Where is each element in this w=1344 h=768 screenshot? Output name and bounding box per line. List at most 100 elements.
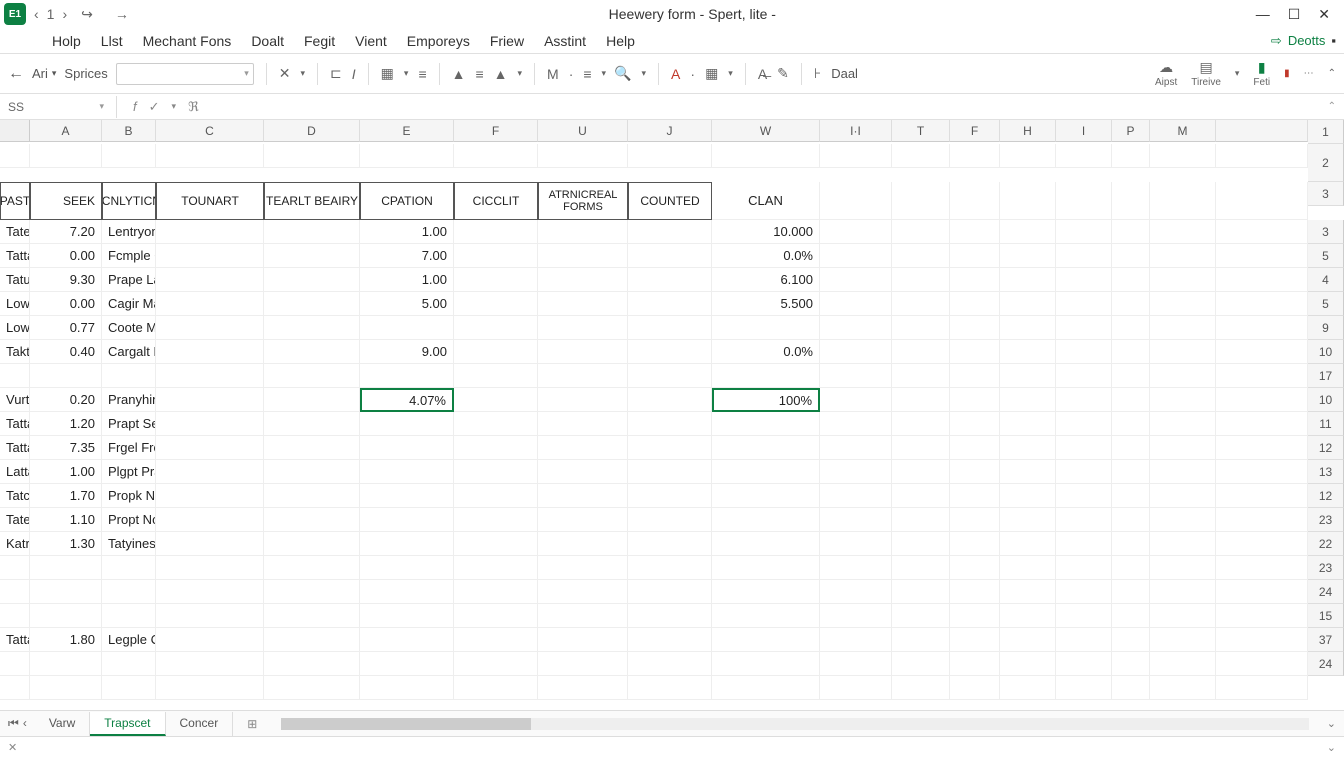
cell-h[interactable]: [712, 580, 820, 604]
col-head-F[interactable]: F: [454, 120, 538, 142]
cell-f[interactable]: [360, 364, 454, 388]
select-all-corner[interactable]: [0, 120, 30, 142]
fx-dd-icon[interactable]: ▾: [172, 101, 177, 112]
cell[interactable]: [454, 508, 538, 532]
hdr-atrn[interactable]: ATRNICREAL FORMS: [538, 182, 628, 220]
cell[interactable]: [454, 460, 538, 484]
cell[interactable]: [1056, 580, 1112, 604]
cell[interactable]: [950, 316, 1000, 340]
menu-more-icon[interactable]: ▪: [1331, 33, 1336, 48]
cell[interactable]: [1112, 580, 1150, 604]
cell[interactable]: [1150, 604, 1216, 628]
cell[interactable]: [892, 652, 950, 676]
cell[interactable]: [892, 556, 950, 580]
cell[interactable]: [538, 628, 628, 652]
cell[interactable]: [538, 580, 628, 604]
cell[interactable]: [156, 604, 264, 628]
cell[interactable]: [892, 144, 950, 168]
cell[interactable]: [454, 580, 538, 604]
sheet-tab-trapscet[interactable]: Trapscet: [90, 712, 165, 736]
row-head-9[interactable]: 9: [1308, 316, 1344, 340]
user-icon[interactable]: ▲: [452, 66, 466, 82]
row-head-17[interactable]: 17: [1308, 364, 1344, 388]
cell-f[interactable]: 9.00: [360, 340, 454, 364]
cell[interactable]: [1056, 436, 1112, 460]
hdr-acn[interactable]: ACNLYTICN.: [102, 182, 156, 220]
toolbar-back-icon[interactable]: ←: [8, 65, 24, 83]
grid-icon[interactable]: ▦: [705, 65, 718, 82]
cell-a[interactable]: Tatua: [0, 268, 30, 292]
cell-a[interactable]: Vurtem: [0, 388, 30, 412]
cell[interactable]: [1150, 244, 1216, 268]
cell[interactable]: [1216, 220, 1308, 244]
cell[interactable]: [892, 628, 950, 652]
cell[interactable]: [628, 628, 712, 652]
cell[interactable]: [892, 292, 950, 316]
cell[interactable]: [538, 340, 628, 364]
cell[interactable]: [950, 508, 1000, 532]
cell[interactable]: [454, 628, 538, 652]
cell-f[interactable]: [360, 532, 454, 556]
col-head-A[interactable]: A: [30, 120, 102, 142]
cell[interactable]: [1056, 508, 1112, 532]
col-head-W[interactable]: W: [712, 120, 820, 142]
cell[interactable]: [1150, 144, 1216, 168]
cell[interactable]: [454, 364, 538, 388]
cell[interactable]: [892, 460, 950, 484]
font-color-icon[interactable]: A: [671, 66, 680, 82]
cell[interactable]: [1150, 412, 1216, 436]
cell[interactable]: [1112, 244, 1150, 268]
italic-icon[interactable]: I: [352, 66, 356, 82]
cell[interactable]: [454, 532, 538, 556]
cell[interactable]: [264, 388, 360, 412]
cell-f[interactable]: [360, 460, 454, 484]
menu-emporeys[interactable]: Emporeys: [407, 33, 470, 49]
cell-h[interactable]: [712, 316, 820, 340]
cell-f[interactable]: [360, 628, 454, 652]
cell-f[interactable]: [360, 436, 454, 460]
cell[interactable]: [628, 292, 712, 316]
cell[interactable]: [1150, 508, 1216, 532]
cell-b[interactable]: 9.30: [30, 268, 102, 292]
cell[interactable]: [1056, 220, 1112, 244]
cell[interactable]: [1056, 604, 1112, 628]
cell[interactable]: [628, 316, 712, 340]
cell[interactable]: [628, 268, 712, 292]
cell[interactable]: [1056, 388, 1112, 412]
cell[interactable]: [628, 220, 712, 244]
cell[interactable]: [264, 364, 360, 388]
cell[interactable]: [1216, 676, 1308, 700]
cell-h[interactable]: [712, 676, 820, 700]
cell-c[interactable]: [102, 652, 156, 676]
cell[interactable]: [156, 244, 264, 268]
row-head-24[interactable]: 24: [1308, 580, 1344, 604]
cell-a[interactable]: [0, 580, 30, 604]
row-head-13[interactable]: 13: [1308, 460, 1344, 484]
minimize-icon[interactable]: —: [1256, 6, 1270, 23]
row-head-10[interactable]: 10: [1308, 388, 1344, 412]
toolbar-font-dropdown[interactable]: ▾: [116, 63, 254, 85]
strike-icon[interactable]: A̶: [758, 66, 767, 82]
cell[interactable]: [892, 436, 950, 460]
cell[interactable]: [454, 244, 538, 268]
cell[interactable]: [950, 412, 1000, 436]
cell[interactable]: [1056, 316, 1112, 340]
cell[interactable]: [156, 412, 264, 436]
clear-dd-icon[interactable]: ▾: [301, 68, 306, 79]
cell-h[interactable]: [712, 508, 820, 532]
cell[interactable]: [950, 220, 1000, 244]
row-head-12[interactable]: 12: [1308, 436, 1344, 460]
cell[interactable]: [1150, 556, 1216, 580]
hdr-cicclit[interactable]: CICCLIT: [454, 182, 538, 220]
lines-icon[interactable]: ≡: [583, 66, 591, 82]
cell[interactable]: [538, 412, 628, 436]
cell[interactable]: [156, 268, 264, 292]
cell[interactable]: [1216, 628, 1308, 652]
cell-f[interactable]: [360, 652, 454, 676]
cell[interactable]: [156, 292, 264, 316]
menu-asstint[interactable]: Asstint: [544, 33, 586, 49]
menu-llst[interactable]: Llst: [101, 33, 123, 49]
cell-b[interactable]: 1.10: [30, 508, 102, 532]
hdr-tearlt[interactable]: TEARLT BEAIRY: [264, 182, 360, 220]
sheet-tab-varw[interactable]: Varw: [35, 712, 90, 736]
